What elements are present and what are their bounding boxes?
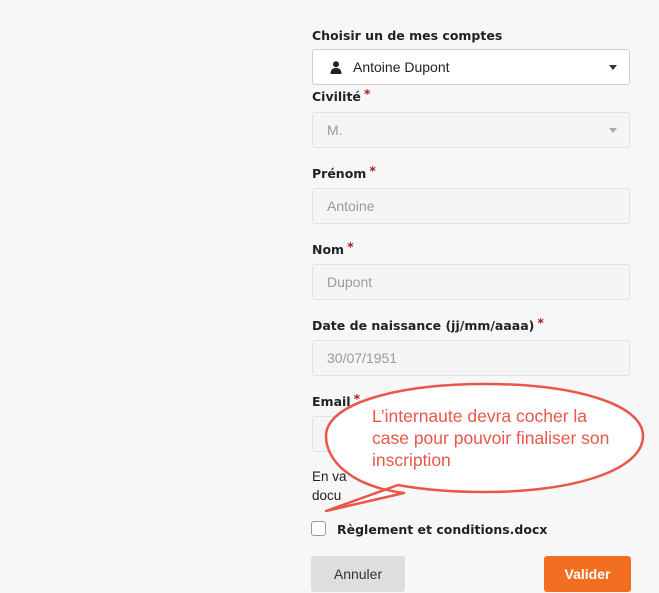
prenom-label-text: Prénom	[312, 166, 367, 181]
callout-text: L’internaute devra cocher la case pour p…	[372, 406, 610, 470]
civilite-select[interactable]: M.	[312, 112, 630, 148]
required-marker: *	[347, 239, 354, 254]
naissance-label-text: Date de naissance (jj/mm/aaaa)	[312, 318, 535, 333]
required-marker: *	[363, 86, 371, 101]
account-selected-value: Antoine Dupont	[353, 59, 450, 75]
prenom-label: Prénom *	[312, 163, 376, 181]
naissance-label: Date de naissance (jj/mm/aaaa) *	[312, 315, 544, 333]
chevron-down-icon	[609, 65, 617, 70]
account-label: Choisir un de mes comptes	[312, 28, 503, 43]
required-marker: *	[537, 315, 544, 330]
civilite-label-text: Civilité	[312, 89, 361, 104]
nom-label-text: Nom	[312, 242, 345, 257]
required-marker: *	[353, 391, 361, 406]
naissance-input[interactable]: 30/07/1951	[312, 340, 630, 376]
consent-text-line1: En va	[312, 469, 347, 484]
chevron-down-icon	[609, 128, 617, 133]
civilite-value: M.	[327, 122, 343, 138]
email-label-text: Email	[312, 394, 351, 409]
account-select[interactable]: Antoine Dupont	[312, 49, 630, 85]
rules-checkbox[interactable]	[311, 521, 326, 536]
nom-input[interactable]: Dupont	[312, 264, 630, 300]
rules-checkbox-label[interactable]: Règlement et conditions.docx	[337, 522, 547, 537]
email-label: Email *	[312, 391, 361, 409]
prenom-input[interactable]: Antoine	[312, 188, 630, 224]
required-marker: *	[369, 163, 376, 178]
civilite-label: Civilité *	[312, 86, 371, 104]
nom-label: Nom *	[312, 239, 354, 257]
cancel-button[interactable]: Annuler	[311, 556, 405, 592]
user-icon	[330, 61, 342, 74]
consent-text-line2: docu	[312, 488, 342, 503]
submit-button[interactable]: Valider	[544, 556, 631, 592]
